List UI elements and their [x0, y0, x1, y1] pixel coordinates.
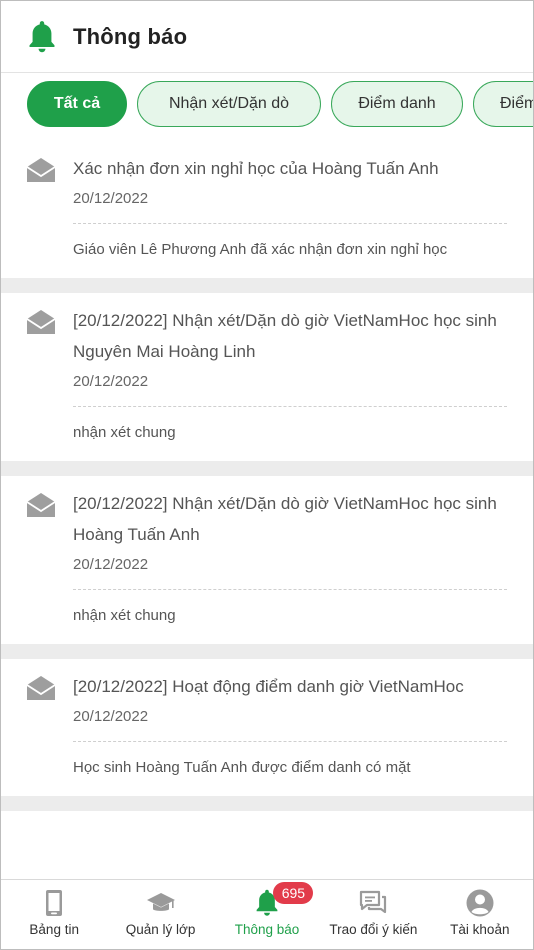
nav-tab-label: Quản lý lớp: [125, 922, 196, 937]
notification-date: 20/12/2022: [73, 708, 149, 725]
notification-body: Giáo viên Lê Phương Anh đã xác nhận đơn …: [73, 241, 448, 258]
bottom-navigation: Bảng tin Quản lý lớp 695 Thông báo Trao …: [1, 879, 533, 949]
account-icon: [466, 889, 494, 917]
bell-icon: [29, 20, 55, 52]
notification-list: Xác nhận đơn xin nghỉ học của Hoàng Tuấn…: [1, 141, 533, 811]
envelope-open-icon: [26, 310, 56, 334]
section-gap: [1, 278, 533, 293]
envelope-open-icon: [26, 493, 56, 517]
chip-attendance[interactable]: Điểm danh: [331, 81, 463, 127]
notification-body: nhận xét chung: [73, 607, 176, 624]
section-gap: [1, 796, 533, 811]
filter-chips: Tất cảNhận xét/Dặn dòĐiểm danhĐiểm: [1, 81, 533, 129]
nav-tab-label: Thông báo: [234, 922, 300, 937]
nav-tab-label: Bảng tin: [29, 922, 79, 937]
notification-date: 20/12/2022: [73, 190, 149, 207]
tablet-icon: [46, 890, 63, 916]
notification-title: [20/12/2022] Nhận xét/Dặn dò giờ VietNam…: [73, 494, 497, 544]
notification-item[interactable]: [20/12/2022] Nhận xét/Dặn dò giờ VietNam…: [1, 476, 533, 644]
notification-item[interactable]: [20/12/2022] Nhận xét/Dặn dò giờ VietNam…: [1, 293, 533, 461]
chip-all[interactable]: Tất cả: [27, 81, 127, 127]
notification-count-badge: 695: [273, 882, 314, 904]
app-header: Thông báo: [1, 1, 533, 73]
envelope-open-icon: [26, 158, 56, 182]
app-screen: Thông báo Tất cả Nhận xét/Dặn dò Điểm danh…: [0, 0, 534, 950]
nav-tab-account[interactable]: Tài khoản: [427, 880, 533, 949]
nav-tab-news[interactable]: Bảng tin: [1, 880, 107, 949]
notification-title: [20/12/2022] Hoạt động điểm danh giờ Vie…: [73, 677, 464, 696]
chip-comments[interactable]: Nhận xét/Dặn dò: [137, 81, 321, 127]
notification-title: Xác nhận đơn xin nghỉ học của Hoàng Tuấn…: [73, 159, 439, 178]
nav-tab-feedback[interactable]: Trao đổi ý kiến: [320, 880, 426, 949]
nav-tab-label: Tài khoản: [450, 922, 510, 937]
chat-icon: [360, 890, 387, 914]
page-title: Thông báo: [73, 23, 188, 49]
notification-item[interactable]: Xác nhận đơn xin nghỉ học của Hoàng Tuấn…: [1, 141, 533, 278]
section-gap: [1, 644, 533, 659]
envelope-open-icon: [26, 676, 56, 700]
notification-body: nhận xét chung: [73, 424, 176, 441]
notification-title: [20/12/2022] Nhận xét/Dặn dò giờ VietNam…: [73, 311, 497, 361]
chip-grades[interactable]: Điểm: [473, 81, 533, 127]
nav-tab-notifications[interactable]: 695 Thông báo: [214, 880, 320, 949]
notification-date: 20/12/2022: [73, 373, 149, 390]
nav-tab-label: Trao đổi ý kiến: [329, 922, 418, 937]
notification-item[interactable]: [20/12/2022] Hoạt động điểm danh giờ Vie…: [1, 659, 533, 796]
section-gap: [1, 461, 533, 476]
graduation-cap-icon: [146, 893, 175, 911]
nav-tab-class[interactable]: Quản lý lớp: [107, 880, 213, 949]
notification-body: Học sinh Hoàng Tuấn Anh được điểm danh c…: [73, 759, 411, 776]
notification-date: 20/12/2022: [73, 556, 149, 573]
